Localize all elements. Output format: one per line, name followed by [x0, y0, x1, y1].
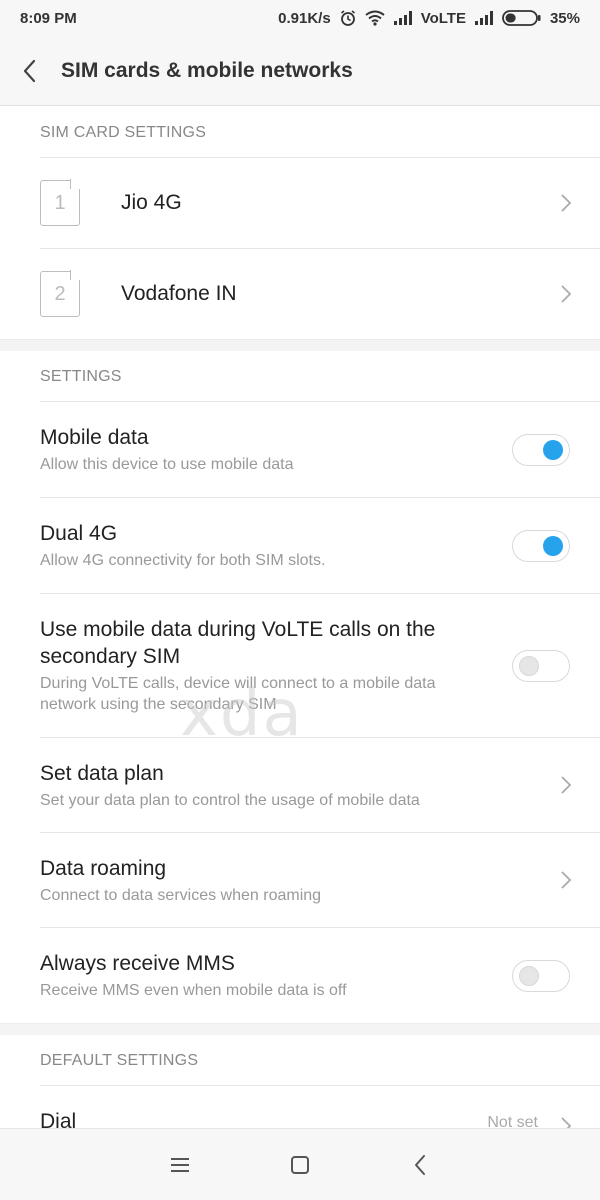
menu-button[interactable]: [150, 1135, 210, 1195]
navigation-bar: [0, 1128, 600, 1200]
network-speed: 0.91K/s: [278, 9, 331, 27]
mobile-data-toggle[interactable]: [512, 433, 570, 466]
setting-subtitle: Allow this device to use mobile data: [40, 456, 294, 473]
setting-subtitle: Allow 4G connectivity for both SIM slots…: [40, 552, 326, 569]
chevron-right-icon: [561, 776, 572, 794]
always-receive-mms-row[interactable]: Always receive MMS Receive MMS even when…: [40, 927, 600, 1023]
home-button[interactable]: [270, 1135, 330, 1195]
toggle-knob: [543, 439, 563, 460]
signal-icon: [393, 11, 413, 25]
battery-icon: [502, 9, 542, 27]
dial-row[interactable]: Dial Not set: [40, 1085, 600, 1128]
setting-title: Data roaming: [40, 857, 167, 880]
sim-card-icon: 2: [40, 271, 80, 317]
status-time: 8:09 PM: [20, 9, 77, 27]
section-header-default-settings: DEFAULT SETTINGS: [40, 1052, 199, 1069]
home-square-icon: [291, 1155, 309, 1174]
sim-item-2[interactable]: 2 Vodafone IN: [40, 248, 600, 339]
toggle-knob: [519, 965, 539, 986]
setting-title: Dial: [40, 1110, 77, 1128]
volte-mobile-data-toggle[interactable]: [512, 649, 570, 682]
nav-back-button[interactable]: [390, 1135, 450, 1195]
dual-4g-row[interactable]: Dual 4G Allow 4G connectivity for both S…: [40, 497, 600, 593]
setting-subtitle: During VoLTE calls, device will connect …: [40, 675, 436, 713]
section-divider: [0, 1023, 600, 1035]
sim-card-icon: 1: [40, 180, 80, 226]
dial-value: Not set: [487, 1114, 538, 1128]
back-button[interactable]: [0, 36, 60, 106]
sim-slot-number: 1: [54, 191, 66, 214]
sim-item-1[interactable]: 1 Jio 4G: [40, 157, 600, 248]
chevron-right-icon: [561, 1117, 572, 1128]
volte-label: VoLTE: [420, 9, 466, 27]
back-arrow-icon: [415, 1154, 425, 1175]
section-divider: [0, 339, 600, 351]
status-bar: 8:09 PM 0.91K/s VoLTE 35%: [0, 0, 600, 36]
toggle-knob: [519, 655, 539, 676]
data-roaming-row[interactable]: Data roaming Connect to data services wh…: [40, 832, 600, 927]
back-arrow-icon: [23, 59, 36, 82]
section-header-settings: SETTINGS: [40, 368, 122, 385]
status-icons: 0.91K/s VoLTE 35%: [278, 9, 580, 27]
app-bar: SIM cards & mobile networks: [0, 36, 600, 106]
setting-title: Use mobile data during VoLTE calls on th…: [40, 618, 436, 668]
menu-icon: [171, 1157, 189, 1172]
setting-subtitle: Connect to data services when roaming: [40, 887, 322, 904]
signal-icon: [474, 11, 494, 25]
page-title: SIM cards & mobile networks: [61, 58, 353, 82]
setting-title: Set data plan: [40, 762, 164, 785]
setting-title: Dual 4G: [40, 522, 118, 545]
sim-slot-number: 2: [54, 282, 66, 305]
dual-4g-toggle[interactable]: [512, 529, 570, 562]
chevron-right-icon: [561, 285, 572, 303]
volte-mobile-data-row[interactable]: Use mobile data during VoLTE calls on th…: [40, 593, 600, 737]
setting-subtitle: Receive MMS even when mobile data is off: [40, 982, 347, 999]
set-data-plan-row[interactable]: Set data plan Set your data plan to cont…: [40, 737, 600, 832]
chevron-right-icon: [561, 871, 572, 889]
chevron-right-icon: [561, 194, 572, 212]
toggle-knob: [543, 535, 563, 556]
setting-subtitle: Set your data plan to control the usage …: [40, 792, 420, 809]
setting-title: Mobile data: [40, 426, 149, 449]
settings-list[interactable]: SIM CARD SETTINGS 1 Jio 4G 2 Vodafone IN…: [0, 107, 600, 1128]
section-header-sim-card-settings: SIM CARD SETTINGS: [40, 124, 207, 141]
alarm-icon: [339, 9, 357, 27]
battery-percent: 35%: [549, 9, 580, 27]
mobile-data-row[interactable]: Mobile data Allow this device to use mob…: [40, 401, 600, 497]
setting-title: Always receive MMS: [40, 952, 235, 975]
sim-name: Vodafone IN: [121, 282, 237, 305]
wifi-icon: [365, 10, 385, 26]
sim-name: Jio 4G: [121, 191, 182, 214]
always-receive-mms-toggle[interactable]: [512, 959, 570, 992]
